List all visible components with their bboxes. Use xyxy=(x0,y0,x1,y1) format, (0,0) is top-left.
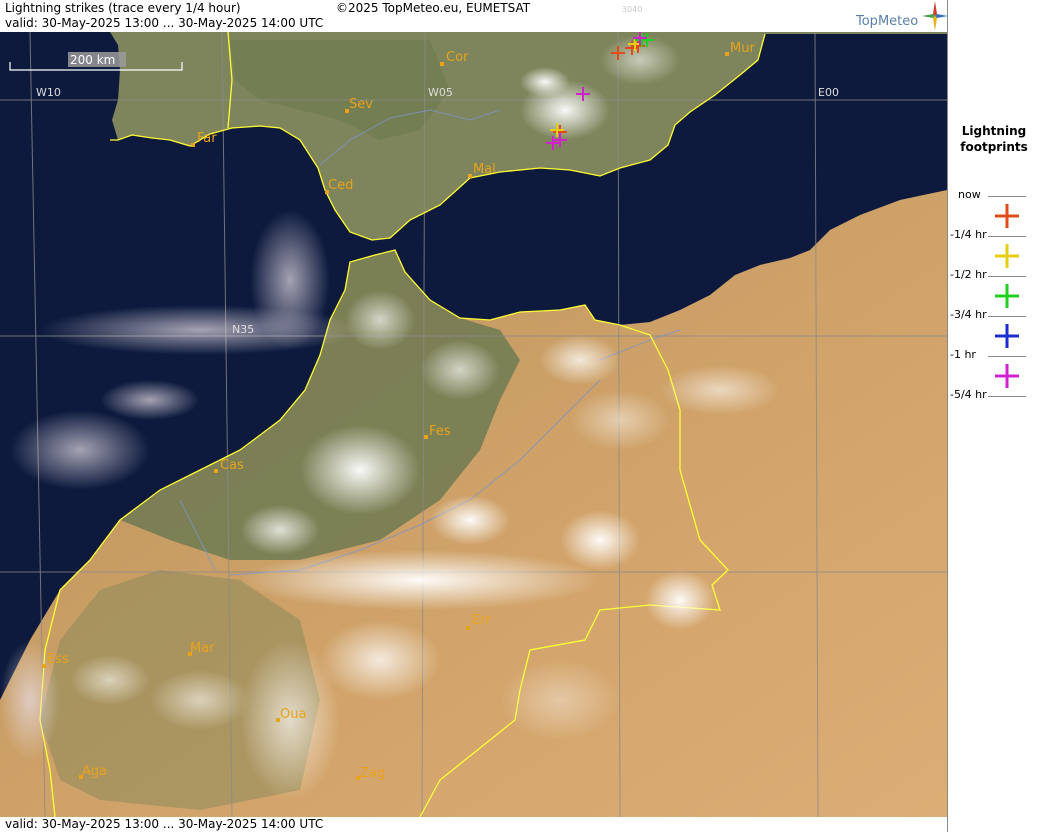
scale-label: 200 km xyxy=(70,53,115,67)
legend-label-now: now xyxy=(958,188,981,201)
map-header: Lightning strikes (trace every 1/4 hour)… xyxy=(0,0,948,32)
legend-title-line1: Lightning xyxy=(961,124,1027,138)
legend-cross-three-quarter-icon xyxy=(995,284,1019,308)
copyright-text: ©2025 TopMeteo.eu, EUMETSAT xyxy=(336,1,531,15)
city-sev: Sev xyxy=(349,97,373,112)
satellite-map[interactable]: 200 km W10 W05 E00 N35 Cor Mur Sev Far M… xyxy=(0,32,947,817)
grid-label-w10: W10 xyxy=(36,86,61,99)
grid-label-w05: W05 xyxy=(428,86,453,99)
legend-line-one-hour xyxy=(988,356,1026,357)
grid-label-e00: E00 xyxy=(818,86,839,99)
legend-label-quarter: -1/4 hr xyxy=(950,228,987,241)
legend-label-five-quarter: -5/4 hr xyxy=(950,388,987,401)
valid-time-top: valid: 30-May-2025 13:00 ... 30-May-2025… xyxy=(5,16,324,30)
legend-label-one-hour: -1 hr xyxy=(950,348,976,361)
legend-cross-half-icon xyxy=(995,244,1019,268)
city-cas: Cas xyxy=(220,458,244,473)
city-err: Err xyxy=(472,613,491,628)
legend-title: Lightning footprints xyxy=(948,123,1039,155)
legend-cross-quarter-icon xyxy=(995,204,1019,228)
valid-time-bottom: valid: 30-May-2025 13:00 ... 30-May-2025… xyxy=(5,817,324,831)
city-far: Far xyxy=(197,131,217,146)
legend-label-three-quarter: -3/4 hr xyxy=(950,308,987,321)
legend-label-half: -1/2 hr xyxy=(950,268,987,281)
legend-title-line2: footprints xyxy=(960,140,1028,154)
city-fes: Fes xyxy=(429,424,451,439)
logo-star-icon xyxy=(922,1,948,31)
map-footer: valid: 30-May-2025 13:00 ... 30-May-2025… xyxy=(0,817,947,832)
page-title: Lightning strikes (trace every 1/4 hour) xyxy=(5,1,241,15)
grid-label-n35: N35 xyxy=(232,323,254,336)
map-id-text: 3040 xyxy=(622,5,643,14)
legend-cross-five-quarter-icon xyxy=(995,364,1019,388)
legend-cross-one-hour-icon xyxy=(995,324,1019,348)
city-mur: Mur xyxy=(730,41,755,56)
legend-line-quarter xyxy=(988,236,1026,237)
city-mal: Mal xyxy=(473,162,496,177)
logo-text: TopMeteo xyxy=(856,14,919,29)
legend-line-now xyxy=(988,196,1026,197)
city-aga: Aga xyxy=(82,764,107,779)
city-oua: Oua xyxy=(280,707,306,722)
legend-line-half xyxy=(988,276,1026,277)
city-ess: Ess xyxy=(47,652,69,667)
city-zag: Zag xyxy=(360,766,385,781)
city-ced: Ced xyxy=(328,178,353,193)
legend-line-five-quarter xyxy=(988,396,1026,397)
city-cor: Cor xyxy=(446,50,469,65)
lightning-legend: Lightning footprints now -1/4 hr -1/2 hr… xyxy=(947,0,1039,832)
legend-line-three-quarter xyxy=(988,316,1026,317)
city-mar: Mar xyxy=(190,641,215,656)
map-canvas: 200 km W10 W05 E00 N35 Cor Mur Sev Far M… xyxy=(0,32,947,817)
